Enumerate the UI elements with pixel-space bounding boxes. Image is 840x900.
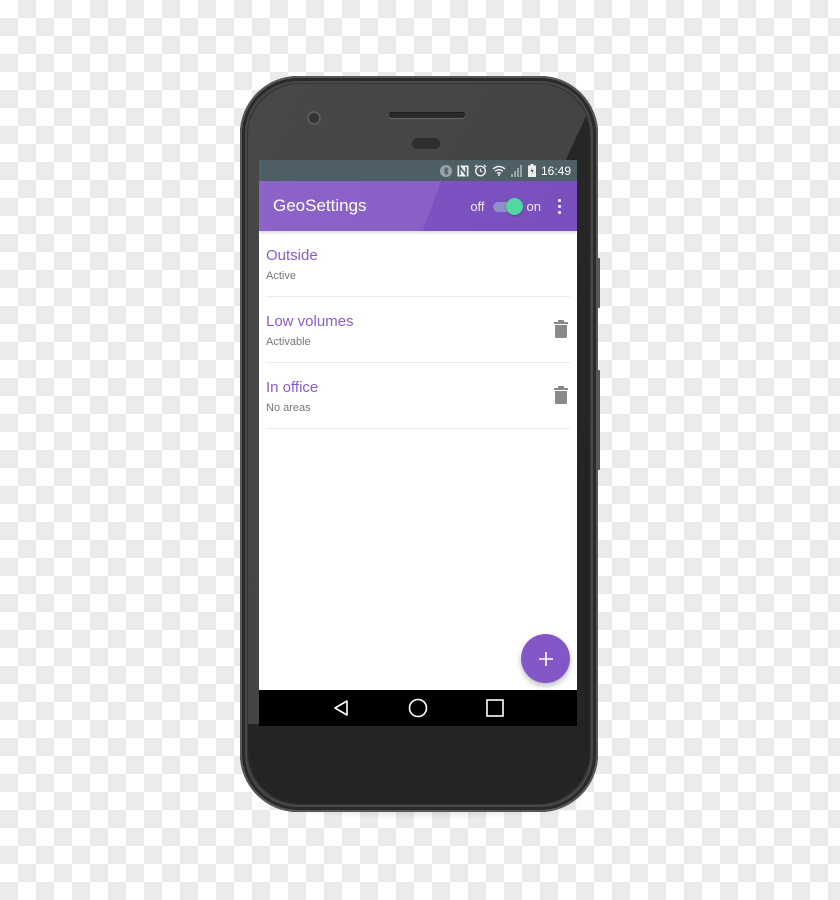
profile-item-outside[interactable]: Outside Active bbox=[266, 231, 570, 297]
profile-list: Outside Active Low volumes Activable In … bbox=[259, 231, 577, 429]
app-bar: GeoSettings off on bbox=[259, 181, 577, 231]
profile-title: In office bbox=[266, 378, 319, 396]
back-icon bbox=[334, 700, 349, 716]
status-time: 16:49 bbox=[540, 163, 571, 178]
navigation-bar bbox=[259, 690, 577, 726]
profile-title: Outside bbox=[266, 246, 318, 264]
recents-button[interactable] bbox=[480, 693, 510, 723]
wifi-icon bbox=[492, 165, 506, 176]
alarm-icon bbox=[474, 164, 487, 177]
add-profile-button[interactable] bbox=[521, 634, 570, 683]
profile-status: Active bbox=[266, 269, 296, 282]
back-button[interactable] bbox=[326, 693, 356, 723]
profile-item-in-office[interactable]: In office No areas bbox=[266, 363, 570, 429]
toggle-off-label: off bbox=[470, 198, 485, 214]
profile-title: Low volumes bbox=[266, 312, 354, 330]
delete-icon[interactable] bbox=[554, 320, 568, 338]
app-title: GeoSettings bbox=[273, 196, 367, 215]
phone-chin bbox=[248, 724, 590, 804]
geosettings-toggle[interactable] bbox=[492, 196, 523, 216]
earpiece-speaker bbox=[389, 113, 465, 118]
profile-item-low-volumes[interactable]: Low volumes Activable bbox=[266, 297, 570, 363]
power-button bbox=[597, 258, 600, 308]
recents-icon bbox=[485, 699, 504, 717]
plus-icon bbox=[538, 651, 553, 666]
battery-icon bbox=[527, 164, 536, 177]
profile-status: Activable bbox=[266, 335, 311, 348]
profile-status: No areas bbox=[266, 401, 311, 414]
signal-icon bbox=[510, 164, 523, 177]
toggle-on-label: on bbox=[526, 198, 541, 214]
front-camera-icon bbox=[309, 113, 319, 123]
home-icon bbox=[408, 698, 428, 718]
phone-screen: 16:49 GeoSettings off on Outside Active … bbox=[259, 160, 577, 726]
proximity-sensor bbox=[412, 138, 440, 149]
delete-icon[interactable] bbox=[554, 386, 568, 404]
home-button[interactable] bbox=[403, 693, 433, 723]
more-vert-icon[interactable] bbox=[547, 198, 571, 214]
nfc-icon bbox=[457, 164, 469, 177]
toggle-thumb[interactable] bbox=[505, 198, 523, 215]
volume-button bbox=[597, 370, 600, 470]
status-bar: 16:49 bbox=[259, 160, 577, 181]
bluetooth-icon bbox=[439, 164, 452, 177]
